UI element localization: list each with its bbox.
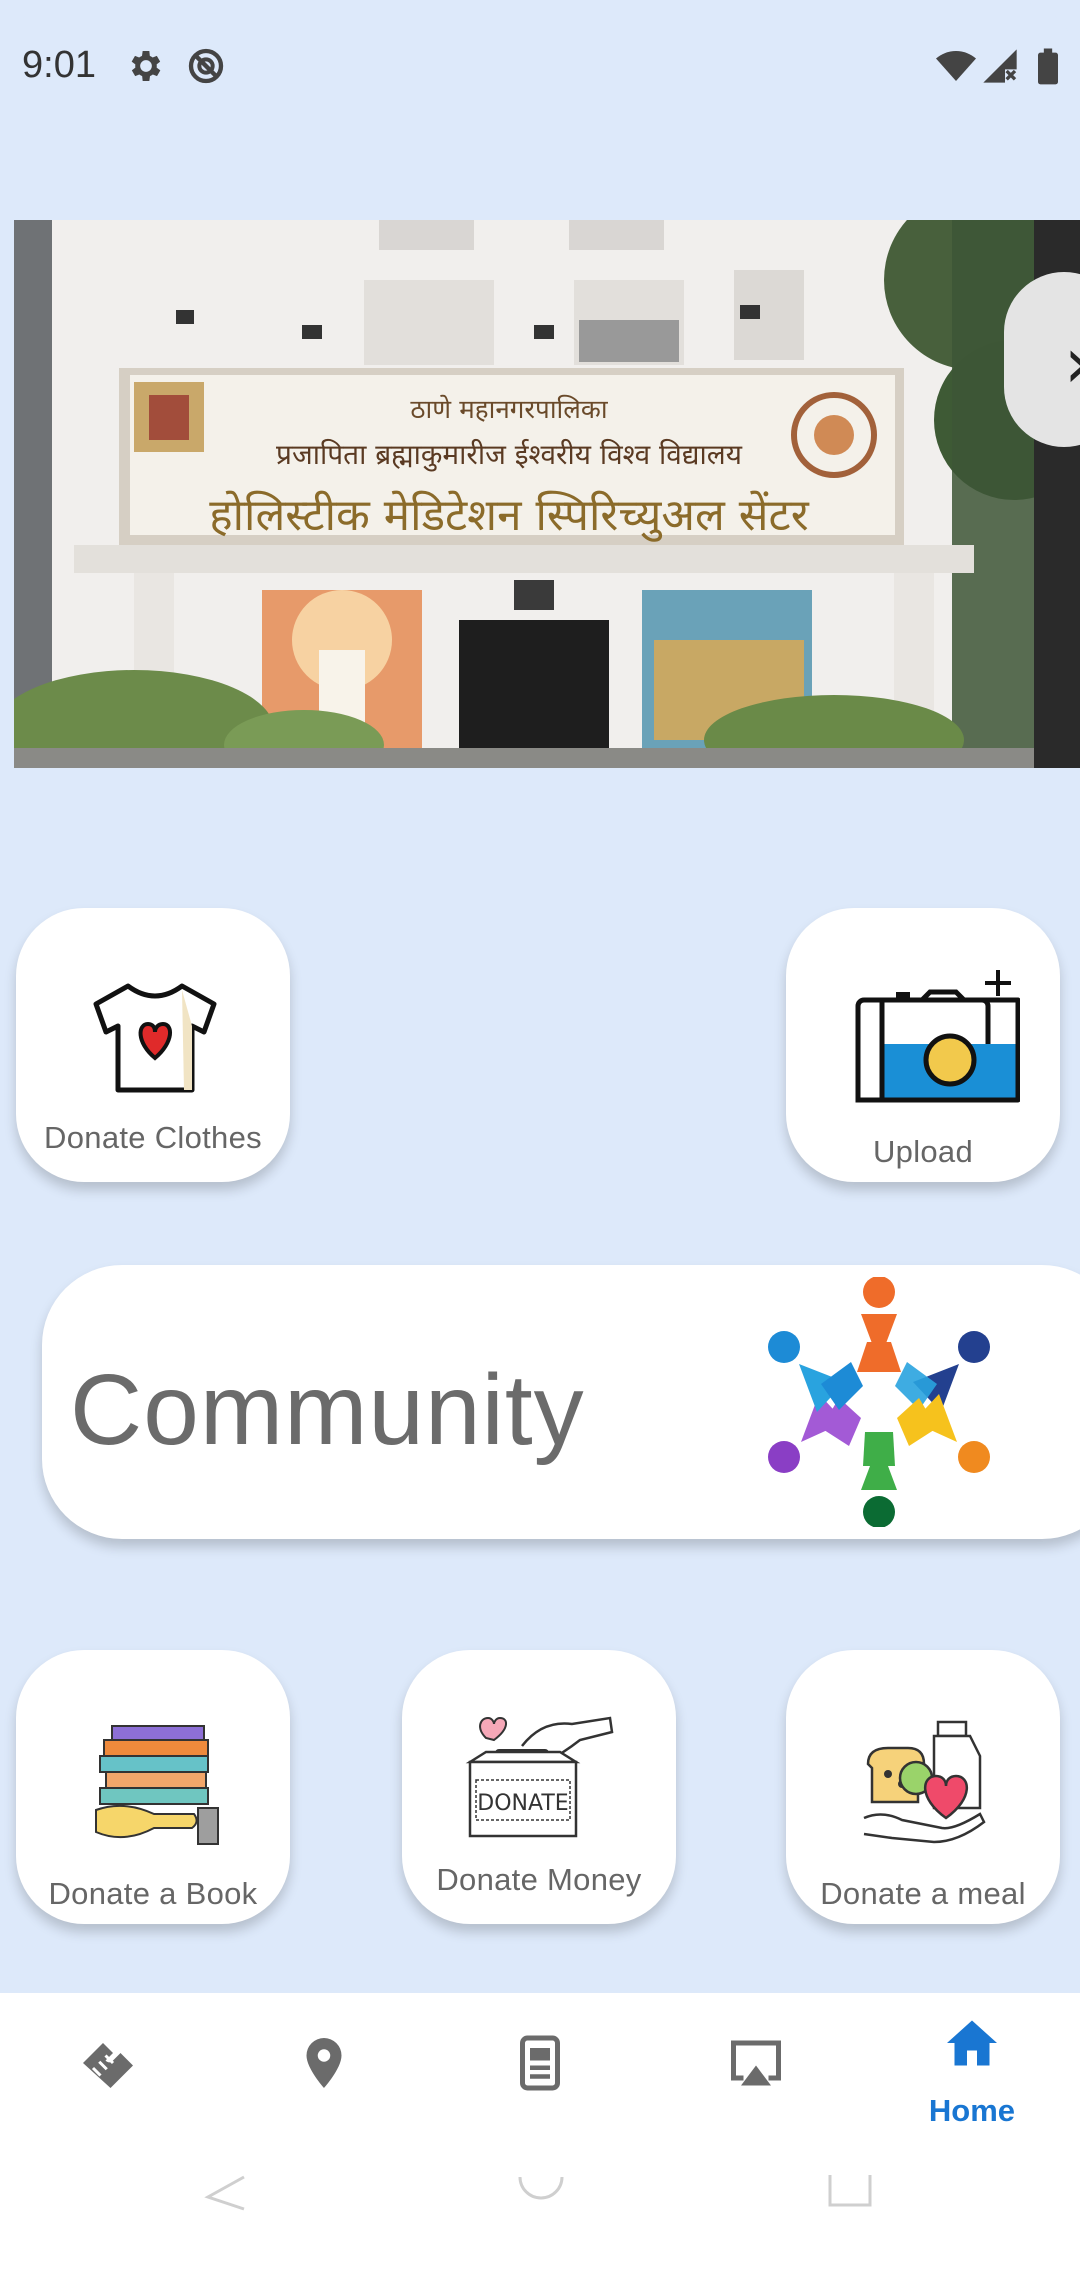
donate-money-card[interactable]: DONATE Donate Money bbox=[402, 1650, 676, 1924]
banner-carousel[interactable]: ठाणे महानगरपालिका प्रजापिता ब्रह्माकुमार… bbox=[14, 220, 1080, 768]
books-stack-icon bbox=[95, 1725, 219, 1845]
back-icon[interactable] bbox=[200, 2175, 250, 2211]
bottom-navigation: Home bbox=[0, 1993, 1080, 2173]
donation-box-icon: DONATE bbox=[465, 1716, 614, 1838]
nav-item-screencast[interactable] bbox=[648, 1993, 864, 2173]
upload-label: Upload bbox=[872, 1134, 974, 1169]
donate-money-label: Donate Money bbox=[436, 1862, 642, 1897]
nav-label-home: Home bbox=[928, 2093, 1016, 2128]
nav-item-donations[interactable] bbox=[0, 1993, 216, 2173]
upload-card[interactable]: Upload bbox=[786, 908, 1060, 1182]
do-not-disturb-icon bbox=[188, 48, 224, 84]
donate-book-card[interactable]: Donate a Book bbox=[16, 1650, 290, 1924]
handshake-icon bbox=[83, 2043, 133, 2088]
sign-line-1: ठाणे महानगरपालिका bbox=[410, 394, 609, 425]
app-screen: 9:01 ठाणे महानगरपालिका प्रजापिता ब्रह्मा… bbox=[0, 0, 1080, 2280]
nav-item-home[interactable]: Home bbox=[864, 1993, 1080, 2173]
donate-meal-card[interactable]: Donate a meal bbox=[786, 1650, 1060, 1924]
nav-item-documents[interactable] bbox=[432, 1993, 648, 2173]
donate-box-text: DONATE bbox=[477, 1791, 568, 1816]
home-circle-icon[interactable] bbox=[516, 2175, 566, 2211]
recents-icon[interactable] bbox=[826, 2175, 874, 2211]
donate-clothes-label: Donate Clothes bbox=[44, 1120, 262, 1155]
nav-item-location[interactable] bbox=[216, 1993, 432, 2173]
gear-icon bbox=[131, 51, 161, 81]
status-time: 9:01 bbox=[22, 44, 96, 86]
community-people-icon bbox=[768, 1277, 990, 1527]
community-card[interactable]: Community bbox=[42, 1265, 1080, 1539]
system-navigation-bar bbox=[0, 2173, 1080, 2280]
carousel-next-button[interactable]: › bbox=[1004, 272, 1080, 447]
document-icon bbox=[520, 2035, 560, 2091]
wifi-icon bbox=[936, 51, 976, 81]
community-label: Community bbox=[70, 1354, 585, 1466]
tshirt-heart-icon bbox=[93, 983, 217, 1093]
camera-add-icon bbox=[855, 970, 1020, 1103]
donate-clothes-card[interactable]: Donate Clothes bbox=[16, 908, 290, 1182]
meditation-center-photo: ठाणे महानगरपालिका प्रजापिता ब्रह्माकुमार… bbox=[14, 220, 1034, 768]
donate-meal-label: Donate a meal bbox=[820, 1876, 1026, 1911]
signal-icon bbox=[983, 49, 1017, 83]
location-pin-icon bbox=[306, 2038, 342, 2088]
chevron-right-icon: › bbox=[1064, 322, 1080, 404]
battery-icon bbox=[1038, 48, 1058, 85]
donate-book-label: Donate a Book bbox=[48, 1876, 258, 1911]
status-bar: 9:01 bbox=[0, 0, 1080, 130]
screencast-icon bbox=[731, 2040, 781, 2086]
sign-line-2: प्रजापिता ब्रह्माकुमारीज ईश्वरीय विश्व व… bbox=[276, 438, 743, 472]
food-hand-heart-icon bbox=[863, 1720, 986, 1844]
sign-line-3: होलिस्टीक मेडिटेशन स्पिरिच्युअल सेंटर bbox=[209, 490, 809, 542]
home-icon bbox=[947, 2020, 997, 2066]
